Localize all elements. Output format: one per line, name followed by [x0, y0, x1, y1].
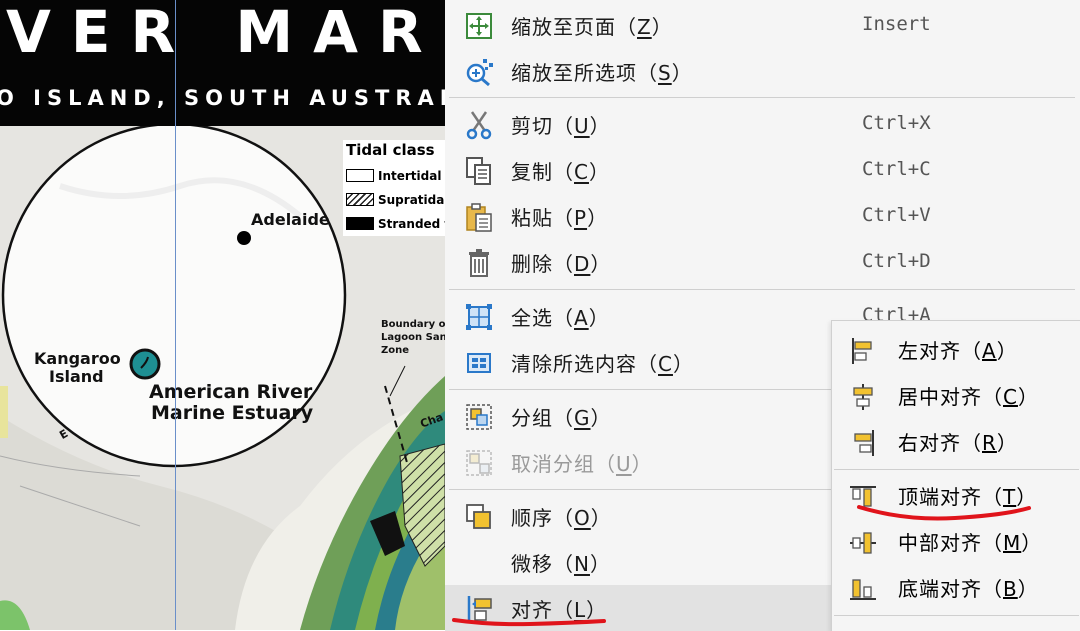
- menu-item-shortcut: Ctrl+C: [862, 158, 931, 180]
- menu-separator: [449, 289, 1075, 290]
- legend-item-intertidal: Intertidal: [346, 169, 441, 183]
- submenu-item-align-right[interactable]: 右对齐（R）: [832, 419, 1080, 465]
- align-left-icon: [852, 338, 872, 364]
- submenu-item-label: 居中对齐（C）: [898, 385, 1039, 409]
- copy-icon: [466, 157, 491, 185]
- submenu-item-label: 顶端对齐（T）: [898, 485, 1038, 509]
- menu-item-label: 清除所选内容（C）: [511, 352, 694, 376]
- intertidal-swatch: [346, 169, 374, 182]
- menu-item-shortcut: Ctrl+D: [862, 250, 931, 272]
- align-icon: [467, 596, 492, 623]
- supratidal-swatch: [346, 193, 374, 206]
- group-icon: [466, 404, 492, 430]
- align-bottom-icon: [850, 579, 876, 600]
- submenu-item-label: 底端对齐（B）: [898, 577, 1039, 601]
- adelaide-label: Adelaide: [251, 210, 330, 229]
- submenu-separator: [834, 469, 1079, 470]
- menu-item-label: 缩放至页面（Z）: [511, 15, 673, 39]
- stranded-swatch: [346, 217, 374, 230]
- menu-item-label: 删除（D）: [511, 252, 612, 276]
- zoom-to-page-icon: [466, 13, 492, 39]
- boundary-label-line3: Zone: [381, 345, 410, 356]
- menu-item-label: 剪切（U）: [511, 114, 611, 138]
- align-right-icon: [854, 430, 874, 456]
- align-top-icon: [850, 486, 876, 507]
- legend-item-stranded: Stranded t: [346, 217, 445, 231]
- menu-item-shortcut: Ctrl+X: [862, 112, 931, 134]
- menu-item-label: 取消分组（U）: [511, 452, 653, 476]
- submenu-item-label: 左对齐（A）: [898, 339, 1018, 363]
- submenu-item-align-bottom[interactable]: 底端对齐（B）: [832, 565, 1080, 611]
- menu-item-delete[interactable]: 删除（D） Ctrl+D: [445, 239, 1080, 285]
- menu-item-shortcut: Insert: [862, 13, 931, 35]
- menu-item-paste[interactable]: 粘贴（P） Ctrl+V: [445, 193, 1080, 239]
- legend-label: Supratidal: [378, 193, 445, 207]
- submenu-separator: [834, 615, 1079, 616]
- menu-item-label: 缩放至所选项（S）: [511, 61, 693, 85]
- trash-icon: [469, 249, 489, 277]
- select-all-icon: [466, 304, 492, 330]
- tidal-class-legend: Tidal class Intertidal Supratidal Strand…: [343, 140, 445, 236]
- legend-label: Intertidal: [378, 169, 442, 183]
- boundary-label-line1: Boundary of: [381, 319, 445, 330]
- legend-item-supratidal: Supratidal: [346, 193, 445, 207]
- estuary-label-line1: American River: [149, 381, 313, 403]
- menu-item-label: 对齐（L）: [511, 598, 608, 622]
- menu-item-zoom-to-page[interactable]: 缩放至页面（Z） Insert: [445, 2, 1080, 48]
- menu-item-label: 微移（N）: [511, 552, 611, 576]
- vertical-guide-line[interactable]: [175, 0, 176, 630]
- menu-item-label: 分组（G）: [511, 406, 612, 430]
- menu-item-label: 顺序（O）: [511, 506, 612, 530]
- menu-item-label: 粘贴（P）: [511, 206, 609, 230]
- order-icon: [466, 504, 491, 529]
- map-title: VER MARIN: [6, 0, 445, 66]
- legend-title: Tidal class: [346, 141, 435, 159]
- map-subtitle: O ISLAND, SOUTH AUSTRAL: [0, 86, 445, 110]
- scissors-icon: [466, 111, 492, 140]
- align-middle-icon: [850, 532, 876, 554]
- kangaroo-label-line1: Kangaroo: [34, 349, 121, 368]
- legend-label: Stranded t: [378, 217, 445, 231]
- submenu-item-label: 中部对齐（M）: [898, 531, 1043, 555]
- menu-item-copy[interactable]: 复制（C） Ctrl+C: [445, 147, 1080, 193]
- menu-item-shortcut: Ctrl+V: [862, 204, 931, 226]
- boundary-label-line2: Lagoon Sanc: [381, 332, 445, 343]
- align-submenu: 左对齐（A） 居中对齐（C） 右对齐（R） 顶端对齐（T） 中部对齐（M） 底端…: [831, 320, 1080, 631]
- submenu-item-align-middle[interactable]: 中部对齐（M）: [832, 519, 1080, 565]
- ungroup-icon: [466, 450, 492, 476]
- submenu-item-align-left[interactable]: 左对齐（A）: [832, 327, 1080, 373]
- menu-item-zoom-to-selection[interactable]: 缩放至所选项（S）: [445, 48, 1080, 94]
- map-canvas[interactable]: VER MARIN O ISLAND, SOUTH AUSTRAL Adelai…: [0, 0, 445, 630]
- menu-item-label: 全选（A）: [511, 306, 610, 330]
- zoom-to-selection-icon: [466, 59, 493, 87]
- submenu-item-align-center[interactable]: 居中对齐（C）: [832, 373, 1080, 419]
- submenu-item-label: 右对齐（R）: [898, 431, 1018, 455]
- map-title-banner: VER MARIN O ISLAND, SOUTH AUSTRAL: [0, 0, 445, 126]
- paste-icon: [466, 203, 492, 232]
- menu-item-cut[interactable]: 剪切（U） Ctrl+X: [445, 101, 1080, 147]
- align-center-icon: [853, 384, 873, 410]
- clear-selection-icon: [467, 353, 491, 373]
- menu-separator: [449, 97, 1075, 98]
- submenu-item-align-top[interactable]: 顶端对齐（T）: [832, 473, 1080, 519]
- menu-item-label: 复制（C）: [511, 160, 610, 184]
- kangaroo-label-line2: Island: [49, 367, 104, 386]
